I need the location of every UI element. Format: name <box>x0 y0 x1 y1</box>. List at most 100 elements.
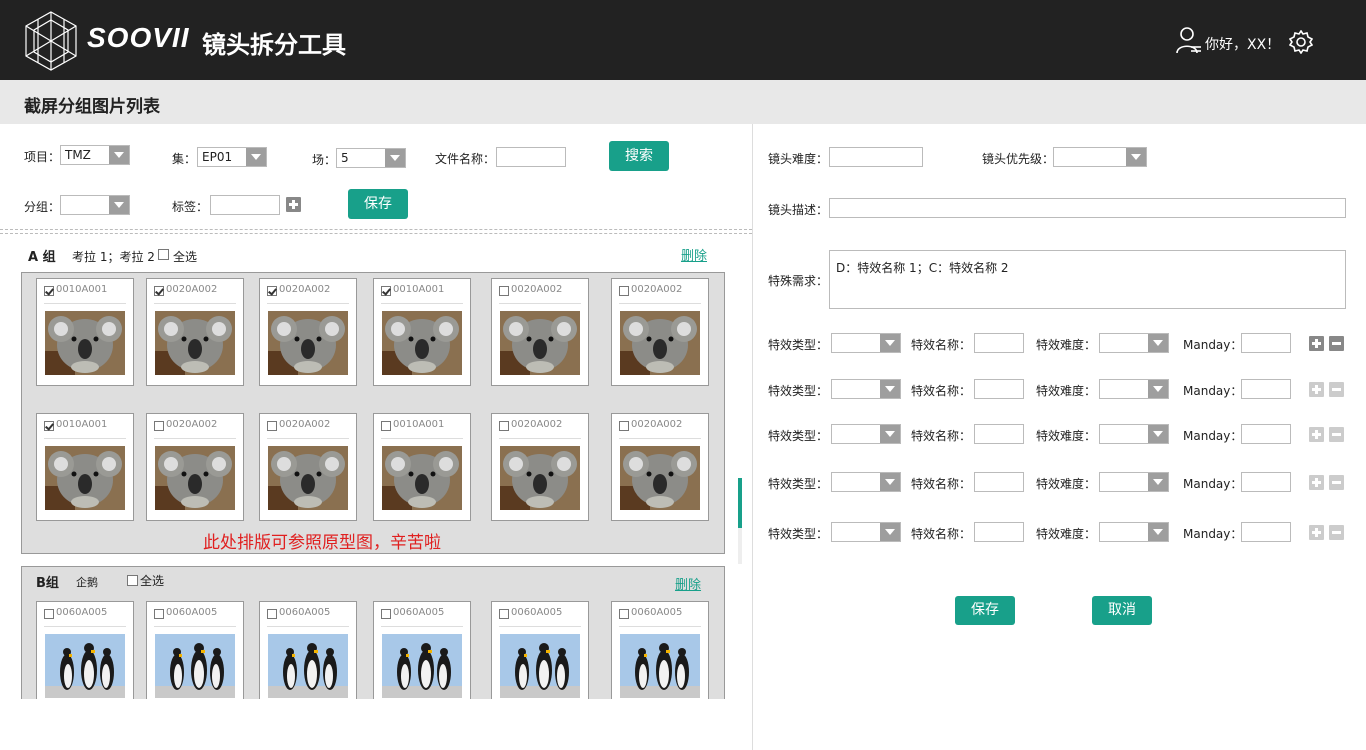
fx-difficulty-select[interactable] <box>1099 472 1169 492</box>
fx-name-input[interactable] <box>974 379 1024 399</box>
scene-select[interactable]: 5 <box>336 148 406 168</box>
fx-type-select[interactable] <box>831 379 901 399</box>
image-card[interactable]: 0060A005 <box>36 601 134 709</box>
priority-select[interactable] <box>1053 147 1147 167</box>
group-b-select-all-checkbox[interactable] <box>127 575 138 586</box>
fx-name-input[interactable] <box>974 522 1024 542</box>
card-divider <box>499 303 581 304</box>
add-tag-icon[interactable] <box>286 197 301 212</box>
group-select[interactable] <box>60 195 130 215</box>
card-checkbox[interactable] <box>267 421 277 431</box>
card-checkbox[interactable] <box>44 286 54 296</box>
search-button[interactable]: 搜索 <box>609 141 669 171</box>
page-title-bar: 截屏分组图片列表 <box>0 80 1366 124</box>
image-card[interactable]: 0020A002 <box>491 413 589 521</box>
manday-input[interactable] <box>1241 472 1291 492</box>
koala-photo <box>45 446 125 510</box>
chevron-down-icon <box>246 148 266 166</box>
special-textarea[interactable]: D：特效名称 1；C：特效名称 2 <box>829 250 1346 309</box>
add-fx-icon[interactable] <box>1309 382 1324 397</box>
fx-difficulty-select[interactable] <box>1099 424 1169 444</box>
remove-fx-icon[interactable] <box>1329 427 1344 442</box>
group-a-delete-link[interactable]: 删除 <box>681 245 707 264</box>
remove-fx-icon[interactable] <box>1329 525 1344 540</box>
episode-select[interactable]: EP01 <box>197 147 267 167</box>
manday-input[interactable] <box>1241 333 1291 353</box>
fx-type-label: 特效类型： <box>768 429 829 443</box>
image-card[interactable]: 0060A005 <box>259 601 357 709</box>
card-checkbox[interactable] <box>154 609 164 619</box>
image-card[interactable]: 0020A002 <box>146 278 244 386</box>
image-card[interactable]: 0060A005 <box>146 601 244 709</box>
image-card[interactable]: 0020A002 <box>259 278 357 386</box>
image-card[interactable]: 0020A002 <box>611 413 709 521</box>
user-icon[interactable] <box>1176 26 1202 54</box>
card-checkbox[interactable] <box>267 609 277 619</box>
scrollbar-thumb[interactable] <box>738 478 742 528</box>
card-checkbox[interactable] <box>499 286 509 296</box>
card-checkbox[interactable] <box>381 286 391 296</box>
fx-name-input[interactable] <box>974 424 1024 444</box>
manday-input[interactable] <box>1241 522 1291 542</box>
image-card[interactable]: 0010A001 <box>36 413 134 521</box>
image-card[interactable]: 0010A001 <box>36 278 134 386</box>
image-card[interactable]: 0010A001 <box>373 278 471 386</box>
fx-type-select[interactable] <box>831 522 901 542</box>
add-fx-icon[interactable] <box>1309 525 1324 540</box>
image-card[interactable]: 0020A002 <box>611 278 709 386</box>
card-checkbox[interactable] <box>499 421 509 431</box>
remove-fx-icon[interactable] <box>1329 336 1344 351</box>
manday-input[interactable] <box>1241 379 1291 399</box>
tag-input[interactable] <box>210 195 280 215</box>
card-checkbox[interactable] <box>44 421 54 431</box>
save-filter-button[interactable]: 保存 <box>348 189 408 219</box>
gear-icon[interactable] <box>1289 30 1313 54</box>
card-checkbox[interactable] <box>619 286 629 296</box>
card-filename: 0020A002 <box>166 284 218 295</box>
card-checkbox[interactable] <box>499 609 509 619</box>
add-fx-icon[interactable] <box>1309 427 1324 442</box>
group-b-select-all-label: 全选 <box>140 574 165 588</box>
card-checkbox[interactable] <box>44 609 54 619</box>
manday-input[interactable] <box>1241 424 1291 444</box>
card-checkbox[interactable] <box>619 421 629 431</box>
card-checkbox[interactable] <box>154 421 164 431</box>
detail-cancel-button[interactable]: 取消 <box>1092 596 1152 625</box>
image-card[interactable]: 0020A002 <box>259 413 357 521</box>
image-card[interactable]: 0020A002 <box>146 413 244 521</box>
filename-input[interactable] <box>496 147 566 167</box>
image-card[interactable]: 0060A005 <box>491 601 589 709</box>
remove-fx-icon[interactable] <box>1329 475 1344 490</box>
remove-fx-icon[interactable] <box>1329 382 1344 397</box>
image-card[interactable]: 0010A001 <box>373 413 471 521</box>
card-checkbox[interactable] <box>381 421 391 431</box>
fx-difficulty-select[interactable] <box>1099 522 1169 542</box>
card-checkbox[interactable] <box>619 609 629 619</box>
card-filename: 0060A005 <box>166 607 218 618</box>
image-card[interactable]: 0060A005 <box>373 601 471 709</box>
koala-photo <box>500 446 580 510</box>
card-checkbox[interactable] <box>154 286 164 296</box>
image-card[interactable]: 0020A002 <box>491 278 589 386</box>
group-a-select-all-checkbox[interactable] <box>158 249 169 260</box>
fx-name-input[interactable] <box>974 333 1024 353</box>
difficulty-input[interactable] <box>829 147 923 167</box>
card-divider <box>381 303 463 304</box>
image-card[interactable]: 0060A005 <box>611 601 709 709</box>
description-input[interactable] <box>829 198 1346 218</box>
add-fx-icon[interactable] <box>1309 336 1324 351</box>
card-checkbox[interactable] <box>267 286 277 296</box>
fx-name-input[interactable] <box>974 472 1024 492</box>
fx-difficulty-select[interactable] <box>1099 333 1169 353</box>
fx-type-select[interactable] <box>831 424 901 444</box>
special-label: 特殊需求： <box>768 274 829 288</box>
card-checkbox[interactable] <box>381 609 391 619</box>
project-select[interactable]: TMZ <box>60 145 130 165</box>
fx-type-select[interactable] <box>831 333 901 353</box>
fx-type-select[interactable] <box>831 472 901 492</box>
group-a-tags: 考拉 1；考拉 2 <box>72 250 155 264</box>
add-fx-icon[interactable] <box>1309 475 1324 490</box>
detail-save-button[interactable]: 保存 <box>955 596 1015 625</box>
fx-difficulty-select[interactable] <box>1099 379 1169 399</box>
group-b-delete-link[interactable]: 删除 <box>675 574 701 593</box>
